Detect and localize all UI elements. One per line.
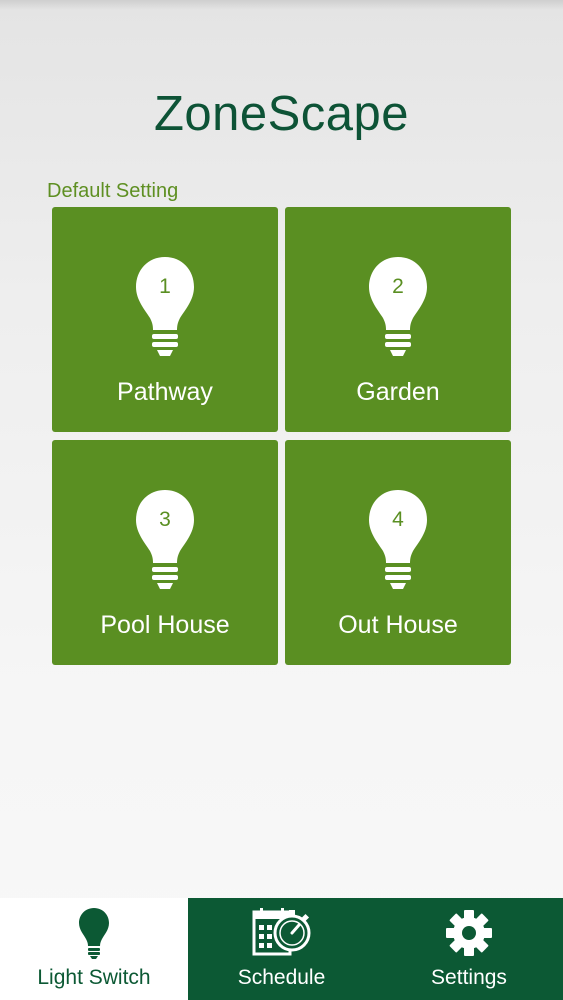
tab-label: Settings xyxy=(431,966,507,989)
zone-number: 2 xyxy=(392,275,404,298)
lightbulb-icon xyxy=(79,908,109,959)
zone-name: Garden xyxy=(356,378,440,406)
section-label: Default Setting xyxy=(47,180,179,202)
zone-number: 4 xyxy=(392,508,404,531)
zone-name: Out House xyxy=(338,611,458,639)
zone-number: 1 xyxy=(159,275,171,298)
zone-tile-garden[interactable]: 2 Garden xyxy=(285,207,511,432)
tab-light-switch[interactable]: Light Switch xyxy=(0,898,188,1000)
lightbulb-icon: 1 xyxy=(136,257,194,356)
tab-label: Schedule xyxy=(237,966,326,989)
zone-number: 3 xyxy=(159,508,171,531)
tab-schedule[interactable]: Schedule xyxy=(188,898,375,1000)
bottom-nav: Light Switch Schedule Settings xyxy=(0,898,563,1000)
zone-name: Pool House xyxy=(100,611,230,639)
lightbulb-icon: 2 xyxy=(369,257,427,356)
gear-icon xyxy=(446,910,492,956)
zone-tile-out-house[interactable]: 4 Out House xyxy=(285,440,511,665)
lightbulb-icon: 4 xyxy=(369,490,427,589)
tab-settings[interactable]: Settings xyxy=(375,898,563,1000)
app-title: ZoneScape xyxy=(153,87,410,141)
lightbulb-icon: 3 xyxy=(136,490,194,589)
zone-tile-pathway[interactable]: 1 Pathway xyxy=(52,207,278,432)
zone-tile-pool-house[interactable]: 3 Pool House xyxy=(52,440,278,665)
calendar-stopwatch-icon xyxy=(252,908,311,956)
status-bar-shadow xyxy=(0,0,563,10)
zone-name: Pathway xyxy=(117,378,213,406)
tab-label: Light Switch xyxy=(37,966,151,989)
